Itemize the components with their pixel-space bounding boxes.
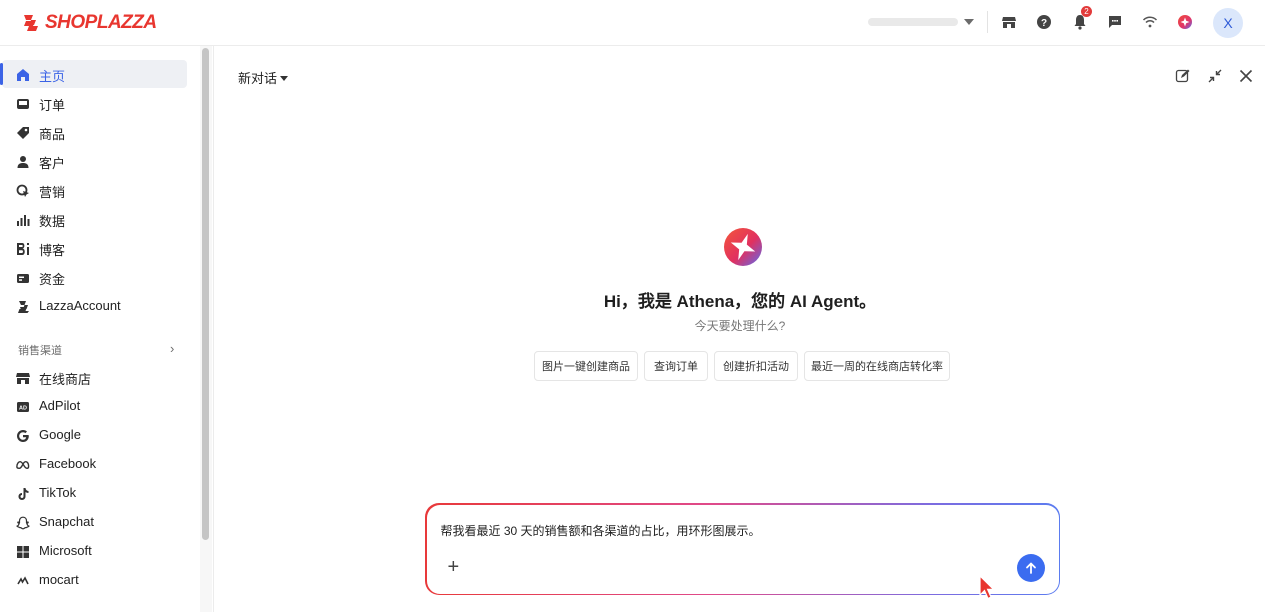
sidebar-item-label: 营销: [39, 185, 66, 200]
athena-logo-icon: [724, 228, 762, 266]
mocart-icon: [15, 573, 30, 588]
shoplazza-logo-icon: [24, 15, 38, 31]
athena-icon[interactable]: [1174, 11, 1196, 33]
suggestion-chip-create-product[interactable]: 图片一键创建商品: [534, 351, 638, 381]
microsoft-icon: [15, 544, 30, 559]
sidebar-item-online-store[interactable]: 在线商店: [2, 363, 187, 391]
conversation-selector[interactable]: 新对话: [238, 68, 289, 87]
sidebar-item-customers[interactable]: 客户: [2, 147, 187, 175]
suggestion-chip-conversion-rate[interactable]: 最近一周的在线商店转化率: [804, 351, 950, 381]
store-selector[interactable]: [868, 15, 974, 29]
bar-chart-icon: [15, 212, 30, 227]
sidebar-item-label: AdPilot: [39, 398, 81, 413]
brand-name: SHOPLAZZA: [45, 12, 157, 33]
suggestion-chip-create-discount[interactable]: 创建折扣活动: [714, 351, 798, 381]
home-icon: [15, 67, 30, 82]
sidebar-item-label: 在线商店: [39, 372, 92, 387]
suggestion-chip-query-orders[interactable]: 查询订单: [644, 351, 708, 381]
chevron-right-icon[interactable]: ›: [170, 341, 174, 356]
store-icon: [15, 370, 30, 385]
sidebar-item-microsoft[interactable]: Microsoft: [2, 537, 187, 565]
lazza-icon: [15, 299, 30, 314]
sidebar-item-label: TikTok: [39, 485, 77, 500]
divider: [987, 11, 988, 33]
svg-text:?: ?: [1041, 18, 1047, 29]
greeting-subtitle: 今天要处理什么?: [694, 319, 786, 333]
tiktok-icon: [15, 486, 30, 501]
athena-chat-panel: 新对话 Hi，我是 Athena，您的 AI Agent。 今天要处理什么? 图…: [213, 46, 1265, 612]
inbox-icon: [15, 96, 30, 111]
sidebar-item-finance[interactable]: 资金: [2, 263, 187, 291]
sidebar-item-tiktok[interactable]: TikTok: [2, 479, 187, 507]
snapchat-icon: [15, 515, 30, 530]
chat-input-area[interactable]: 帮我看最近 30 天的销售额和各渠道的占比，用环形图展示。 +: [426, 504, 1059, 594]
sidebar-item-label: mocart: [39, 572, 79, 587]
store-name-redacted: [868, 18, 958, 26]
sidebar-item-label: Microsoft: [39, 543, 92, 558]
top-bar: SHOPLAZZA ? 2 X: [0, 0, 1265, 46]
caret-down-icon: [280, 75, 289, 81]
google-icon: [15, 428, 30, 443]
notification-badge: 2: [1081, 6, 1092, 17]
marketing-icon: [15, 183, 30, 198]
sidebar-item-label: 商品: [39, 127, 66, 142]
user-avatar[interactable]: X: [1213, 8, 1243, 38]
tag-icon: [15, 125, 30, 140]
sidebar-item-label: 订单: [39, 98, 66, 113]
sidebar-item-marketing[interactable]: 营销: [2, 176, 187, 204]
conversation-title: 新对话: [238, 71, 278, 86]
mouse-cursor-icon: [979, 575, 995, 600]
shoplazza-logo[interactable]: SHOPLAZZA: [20, 11, 157, 35]
send-button[interactable]: [1016, 553, 1045, 582]
store-icon[interactable]: [998, 11, 1020, 33]
sidebar-item-label: Snapchat: [39, 514, 94, 529]
chat-input[interactable]: 帮我看最近 30 天的销售额和各渠道的占比，用环形图展示。: [441, 522, 761, 539]
close-icon[interactable]: [1236, 66, 1256, 86]
arrow-up-icon: [1025, 562, 1036, 574]
sidebar-item-products[interactable]: 商品: [2, 118, 187, 146]
svg-text:AD: AD: [19, 405, 27, 411]
greeting-heading: Hi，我是 Athena，您的 AI Agent。: [603, 292, 877, 311]
sidebar-item-lazzaaccount[interactable]: LazzaAccount: [2, 292, 187, 320]
sidebar-item-label: Facebook: [39, 456, 97, 471]
chat-composer[interactable]: 帮我看最近 30 天的销售额和各渠道的占比，用环形图展示。 +: [425, 503, 1060, 595]
new-chat-edit-icon[interactable]: [1173, 66, 1193, 86]
sidebar-item-label: 数据: [39, 214, 66, 229]
plus-icon[interactable]: +: [448, 557, 460, 577]
sidebar-item-orders[interactable]: 订单: [2, 89, 187, 117]
blog-icon: [15, 241, 30, 256]
sidebar: 主页 订单 商品 客户 营销 数据 博客 资金 LazzaAccount 销售渠…: [0, 46, 200, 612]
meta-icon: [15, 457, 30, 472]
person-icon: [15, 154, 30, 169]
sidebar-item-label: 资金: [39, 272, 66, 287]
sidebar-item-facebook[interactable]: Facebook: [2, 450, 187, 478]
sales-channels-title: 销售渠道: [18, 345, 62, 357]
sidebar-item-adpilot[interactable]: AD AdPilot: [2, 392, 187, 420]
wallet-icon: [15, 270, 30, 285]
sidebar-item-google[interactable]: Google: [2, 421, 187, 449]
wifi-icon[interactable]: [1139, 11, 1161, 33]
sidebar-item-label: 博客: [39, 243, 66, 258]
message-icon[interactable]: [1104, 11, 1126, 33]
sidebar-item-label: 客户: [39, 156, 66, 171]
sidebar-item-analytics[interactable]: 数据: [2, 205, 187, 233]
sidebar-item-blog[interactable]: 博客: [2, 234, 187, 262]
sidebar-item-label: LazzaAccount: [39, 298, 121, 313]
caret-down-icon: [964, 19, 974, 25]
sidebar-item-label: Google: [39, 427, 81, 442]
sidebar-item-label: 主页: [39, 69, 66, 84]
help-icon[interactable]: ?: [1033, 11, 1055, 33]
sidebar-item-snapchat[interactable]: Snapchat: [2, 508, 187, 536]
sidebar-item-home[interactable]: 主页: [0, 60, 187, 88]
ad-icon: AD: [15, 399, 30, 414]
sidebar-scrollbar-thumb[interactable]: [202, 48, 209, 540]
sidebar-item-mocart[interactable]: mocart: [2, 566, 187, 594]
minimize-icon[interactable]: [1205, 66, 1225, 86]
